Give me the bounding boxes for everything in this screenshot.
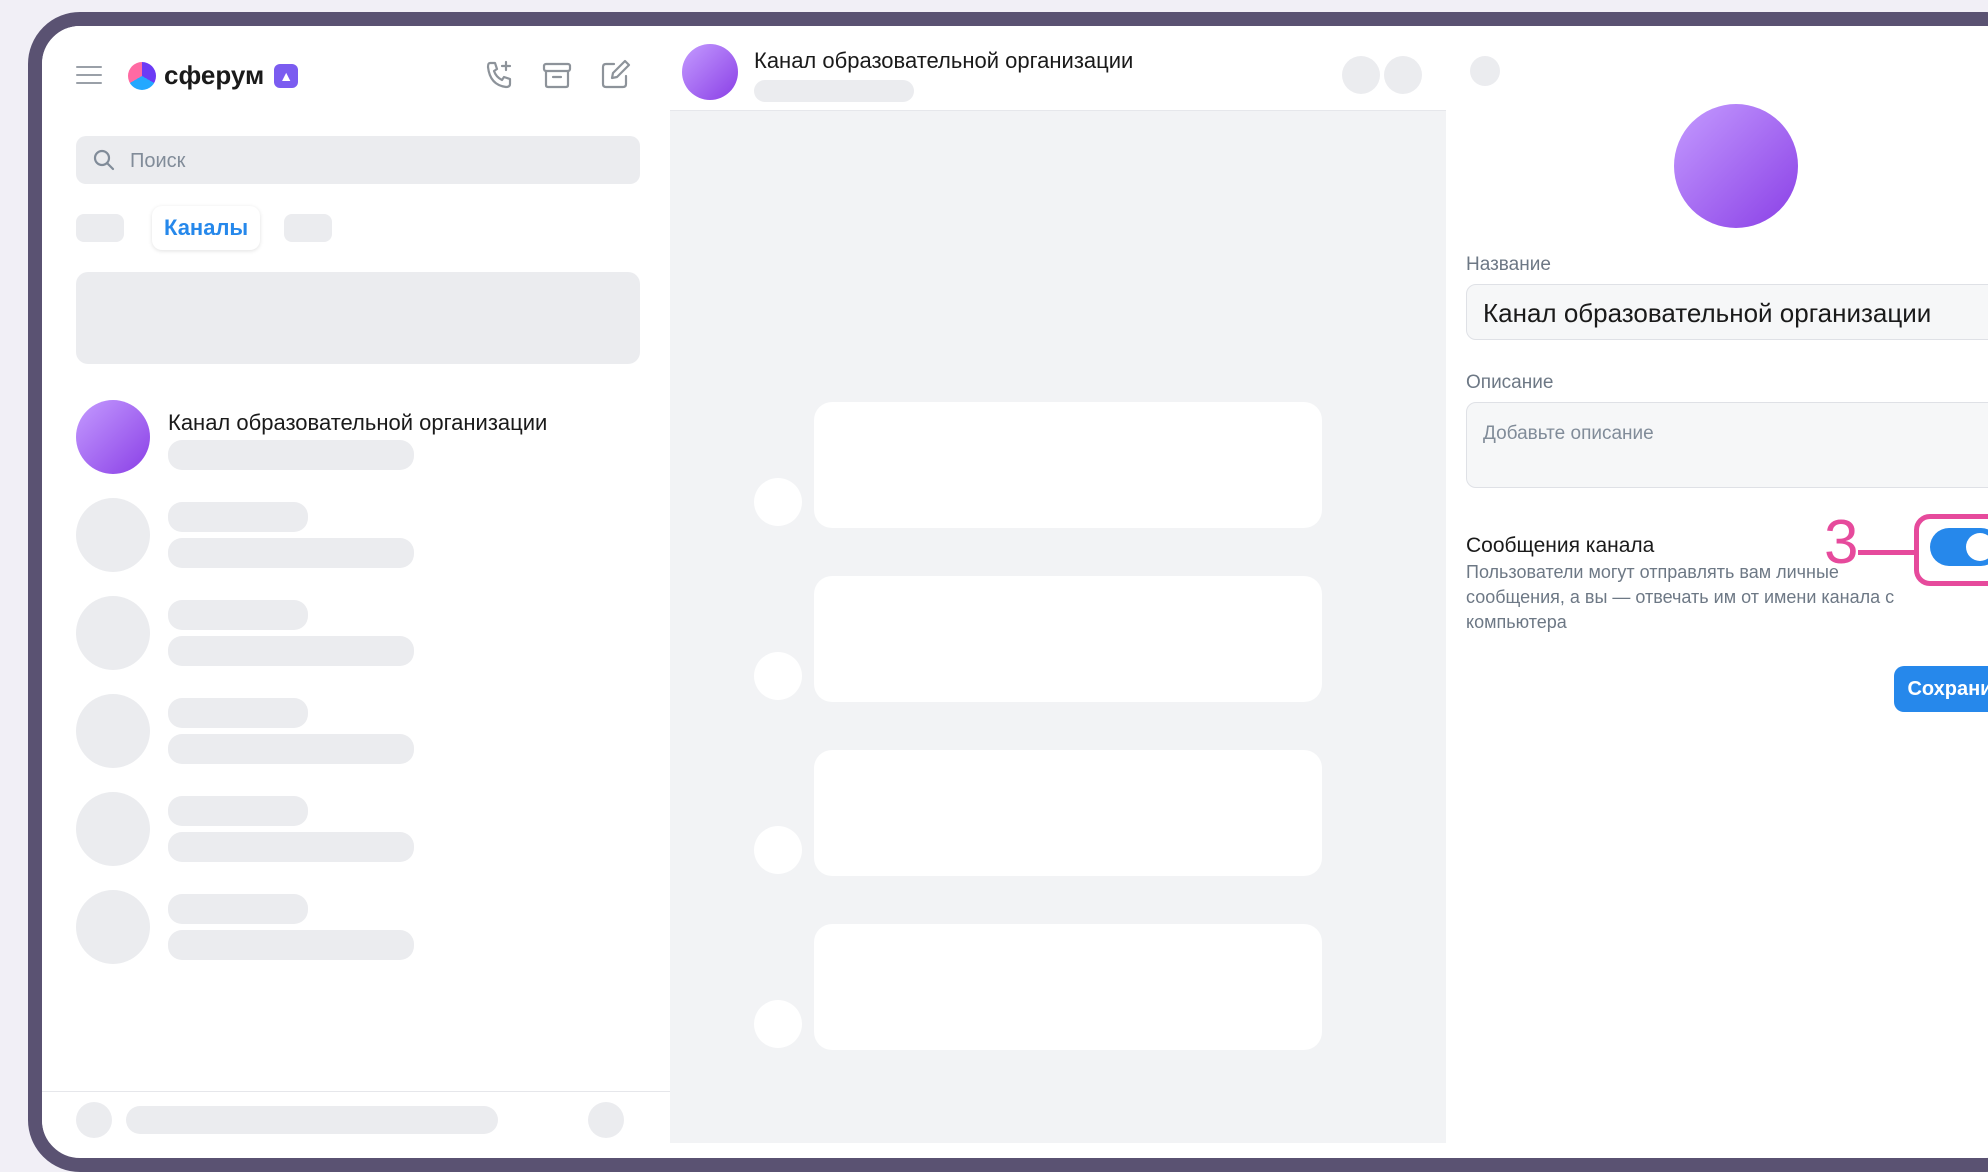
channel-settings-panel: Название Канал образовательной организац… bbox=[1446, 26, 1988, 1143]
text-placeholder bbox=[168, 894, 308, 924]
logo-mark-icon bbox=[128, 61, 156, 90]
channel-name-field[interactable]: Канал образовательной организации bbox=[1466, 284, 1988, 340]
annotation-line bbox=[1858, 550, 1914, 555]
chat-list-item-placeholder[interactable] bbox=[76, 694, 640, 778]
search-bar[interactable] bbox=[76, 136, 640, 186]
channel-messages-title: Сообщения канала bbox=[1466, 534, 1655, 557]
text-placeholder bbox=[168, 796, 308, 826]
profile-name-placeholder bbox=[126, 1106, 498, 1134]
message-placeholder bbox=[814, 402, 1322, 528]
chat-list-item-placeholder[interactable] bbox=[76, 596, 640, 680]
name-label: Название bbox=[1466, 254, 1551, 275]
archive-icon[interactable] bbox=[540, 58, 574, 92]
menu-icon[interactable] bbox=[76, 66, 102, 86]
sender-avatar-placeholder bbox=[754, 826, 802, 874]
text-placeholder bbox=[168, 636, 414, 666]
header-action-placeholder[interactable] bbox=[1384, 56, 1422, 94]
conversation-pane: Канал образовательной организации bbox=[670, 26, 1446, 1143]
search-input[interactable] bbox=[128, 136, 612, 186]
description-label: Описание bbox=[1466, 372, 1554, 393]
text-placeholder bbox=[168, 538, 414, 568]
header-action-placeholder[interactable] bbox=[1342, 56, 1380, 94]
text-placeholder bbox=[168, 502, 308, 532]
sender-avatar-placeholder bbox=[754, 478, 802, 526]
conversation-subtitle-placeholder bbox=[754, 80, 914, 102]
chat-title: Канал образовательной организации bbox=[168, 410, 548, 435]
annotation-number: 3 bbox=[1824, 508, 1859, 577]
banner-placeholder bbox=[76, 272, 640, 364]
text-placeholder bbox=[168, 600, 308, 630]
channel-avatar bbox=[76, 400, 150, 474]
save-button[interactable]: Сохранить bbox=[1894, 666, 1988, 712]
avatar-placeholder bbox=[76, 498, 150, 572]
sidebar-footer bbox=[42, 1091, 670, 1144]
app-name: сферум bbox=[164, 60, 265, 90]
message-placeholder bbox=[814, 924, 1322, 1050]
sender-avatar-placeholder bbox=[754, 1000, 802, 1048]
avatar-placeholder bbox=[76, 694, 150, 768]
tab-placeholder[interactable] bbox=[76, 214, 124, 242]
close-placeholder[interactable] bbox=[1470, 56, 1500, 86]
add-call-icon[interactable] bbox=[482, 58, 516, 92]
message-placeholder bbox=[814, 576, 1322, 702]
message-placeholder bbox=[814, 750, 1322, 876]
avatar-placeholder bbox=[76, 792, 150, 866]
chat-list-item-placeholder[interactable] bbox=[76, 890, 640, 974]
tab-channels[interactable]: Каналы bbox=[152, 206, 261, 250]
conversation-title: Канал образовательной организации bbox=[754, 48, 1134, 73]
text-placeholder bbox=[168, 832, 414, 862]
text-placeholder bbox=[168, 698, 308, 728]
sidebar-header: сферум ▲ bbox=[42, 26, 670, 126]
chat-list-item-placeholder[interactable] bbox=[76, 792, 640, 876]
channel-description-field[interactable] bbox=[1466, 402, 1988, 488]
chat-preview-placeholder bbox=[168, 440, 414, 470]
avatar-placeholder bbox=[76, 596, 150, 670]
chat-tabs: Каналы bbox=[76, 206, 640, 256]
annotation-highlight bbox=[1914, 514, 1988, 586]
settings-placeholder[interactable] bbox=[588, 1102, 624, 1138]
channel-settings-avatar[interactable] bbox=[1674, 104, 1798, 228]
sender-avatar-placeholder bbox=[754, 652, 802, 700]
compose-icon[interactable] bbox=[598, 58, 632, 92]
chat-list-item-placeholder[interactable] bbox=[76, 498, 640, 582]
tab-placeholder[interactable] bbox=[284, 214, 332, 242]
conversation-header[interactable]: Канал образовательной организации bbox=[670, 26, 1446, 111]
conversation-avatar bbox=[682, 44, 738, 100]
text-placeholder bbox=[168, 734, 414, 764]
app-logo: сферум ▲ bbox=[128, 60, 299, 91]
graduation-cap-icon: ▲ bbox=[274, 63, 299, 88]
profile-avatar-placeholder[interactable] bbox=[76, 1102, 112, 1138]
app-window: сферум ▲ Поиск Каналы Канал образователь… bbox=[42, 26, 1988, 1143]
sidebar: сферум ▲ Поиск Каналы Канал образователь… bbox=[42, 26, 671, 1143]
chat-list-item[interactable]: Канал образовательной организации bbox=[76, 400, 640, 484]
device-frame: сферум ▲ Поиск Каналы Канал образователь… bbox=[28, 12, 1988, 1172]
avatar-placeholder bbox=[76, 890, 150, 964]
search-icon bbox=[93, 149, 115, 171]
text-placeholder bbox=[168, 930, 414, 960]
